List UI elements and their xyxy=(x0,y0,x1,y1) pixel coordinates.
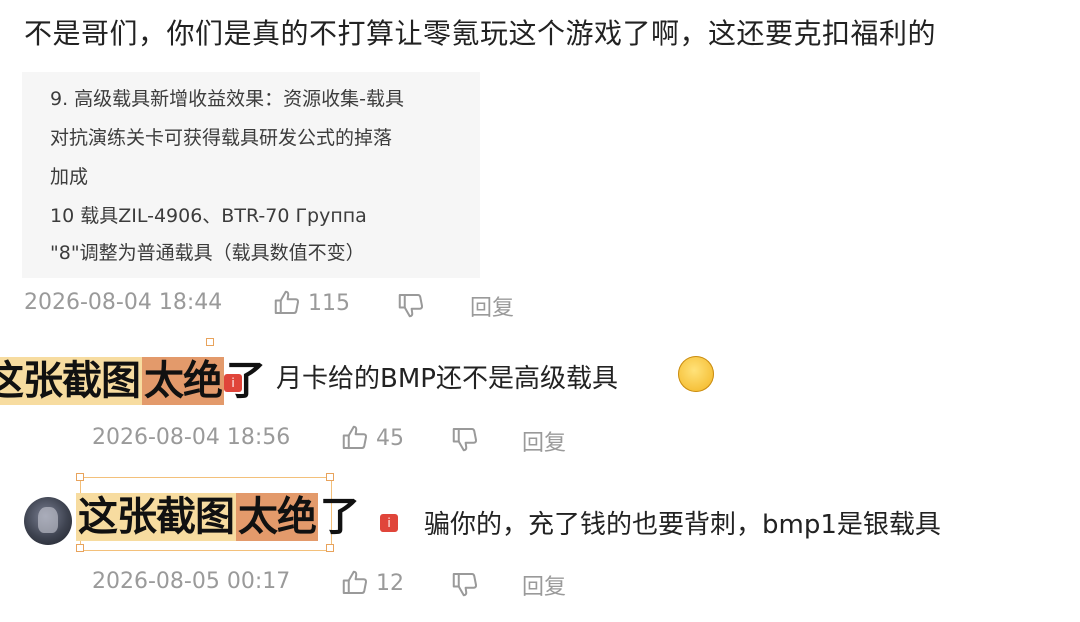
reply-2-like-count: 12 xyxy=(376,570,404,596)
reply-1-timestamp: 2026-08-04 18:56 xyxy=(92,425,291,450)
like-button[interactable]: 115 xyxy=(272,288,350,318)
quote-line-1: 9. 高级载具新增收益效果：资源收集-载具 xyxy=(50,88,405,110)
caption-2-part-1: 这张截图 xyxy=(76,493,236,541)
caption-2-part-2: 太绝 xyxy=(236,493,318,541)
caption-2-handle-bottom-right[interactable] xyxy=(326,544,334,552)
badge-icon: i xyxy=(380,514,398,532)
reply-2-reply-button[interactable]: 回复 xyxy=(522,569,566,601)
thumbs-up-icon xyxy=(272,288,302,318)
caption-2-handle-top-left[interactable] xyxy=(76,473,84,481)
thumbs-up-icon xyxy=(340,568,370,598)
quote-line-2: 对抗演练关卡可获得载具研发公式的掉落 xyxy=(50,127,393,149)
caption-2-part-3: 了 xyxy=(320,494,360,540)
caption-1-part-3: 了 xyxy=(226,358,266,404)
thumbs-down-icon xyxy=(450,424,480,454)
reply-2-text: 骗你的，充了钱的也要背刺，bmp1是银载具 xyxy=(424,510,941,540)
laughing-emoji-icon xyxy=(678,356,714,392)
quoted-notes-image[interactable]: 9. 高级载具新增收益效果：资源收集-载具 对抗演练关卡可获得载具研发公式的掉落… xyxy=(22,72,480,278)
quote-line-3: 加成 xyxy=(50,166,89,188)
thumbs-down-icon xyxy=(450,569,480,599)
reply-2-like-button[interactable]: 12 xyxy=(340,568,404,598)
quote-line-5: "8"调整为普通载具（载具数值不变） xyxy=(50,242,365,264)
reply-2-dislike-button[interactable] xyxy=(450,569,480,599)
comment-timestamp: 2026-08-04 18:44 xyxy=(24,290,223,315)
thumbs-up-icon xyxy=(340,423,370,453)
badge-label: i xyxy=(380,514,398,532)
caption-2-handle-top-right[interactable] xyxy=(326,473,334,481)
reply-1-like-button[interactable]: 45 xyxy=(340,423,404,453)
reply-2-timestamp: 2026-08-05 00:17 xyxy=(92,569,291,594)
dislike-button[interactable] xyxy=(396,290,426,320)
caption-1-resize-handle[interactable] xyxy=(206,338,214,346)
reply-1-dislike-button[interactable] xyxy=(450,424,480,454)
like-count: 115 xyxy=(308,290,350,316)
thumbs-down-icon xyxy=(396,290,426,320)
caption-2-handle-bottom-left[interactable] xyxy=(76,544,84,552)
reply-button[interactable]: 回复 xyxy=(470,290,514,322)
caption-sticker-2[interactable]: 这张截图 太绝了 xyxy=(76,492,361,542)
caption-sticker-1[interactable]: 这张截图 太绝了 xyxy=(0,356,267,406)
main-comment-text: 不是哥们，你们是真的不打算让零氪玩这个游戏了啊，这还要克扣福利的 xyxy=(24,17,937,50)
reply-1-reply-button[interactable]: 回复 xyxy=(522,425,566,457)
caption-1-part-1: 这张截图 xyxy=(0,357,142,405)
avatar[interactable] xyxy=(24,497,72,545)
caption-1-part-2: 太绝 xyxy=(142,357,224,405)
quote-line-4: 10 载具ZIL-4906、BTR-70 Группа xyxy=(50,205,367,227)
reply-1-like-count: 45 xyxy=(376,425,404,451)
reply-1-text: 月卡给的BMP还不是高级载具 xyxy=(276,364,618,394)
